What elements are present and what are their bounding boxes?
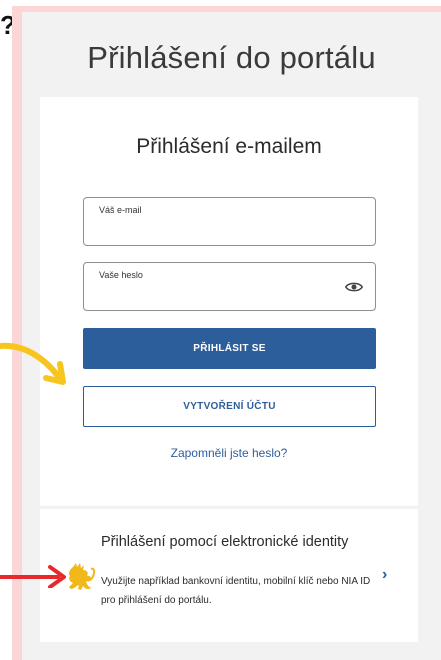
page-title: Přihlášení do portálu [87,40,376,75]
login-portal: Přihlášení do portálu Přihlášení e-maile… [22,12,441,660]
yellow-arrow-annotation [0,342,66,385]
eye-icon[interactable] [345,279,363,295]
password-input[interactable] [98,285,338,305]
forgot-password-link[interactable]: Zapomněli jste heslo? [40,446,418,460]
screenshot-stage: ? Přihlášení do portálu Přihlášení e-mai… [0,0,441,660]
chevron-right-icon[interactable]: › [382,566,387,584]
email-field[interactable]: Váš e-mail [83,197,376,246]
email-login-card: Přihlášení e-mailem Váš e-mail Vaše hesl… [40,97,418,506]
password-field-label: Vaše heslo [99,270,143,280]
login-button[interactable]: PŘIHLÁSIT SE [83,328,376,369]
email-input[interactable] [98,220,338,240]
red-arrow-annotation [0,565,66,588]
identity-login-card[interactable]: Přihlášení pomocí elektronické identity … [40,509,418,642]
email-field-label: Váš e-mail [99,205,142,215]
create-account-button[interactable]: VYTVOŘENÍ ÚČTU [83,386,376,427]
identity-login-title: Přihlášení pomocí elektronické identity [101,534,349,550]
identity-login-description: Využijte například bankovní identitu, mo… [101,576,371,606]
email-login-title: Přihlášení e-mailem [136,135,322,158]
password-field[interactable]: Vaše heslo [83,262,376,311]
